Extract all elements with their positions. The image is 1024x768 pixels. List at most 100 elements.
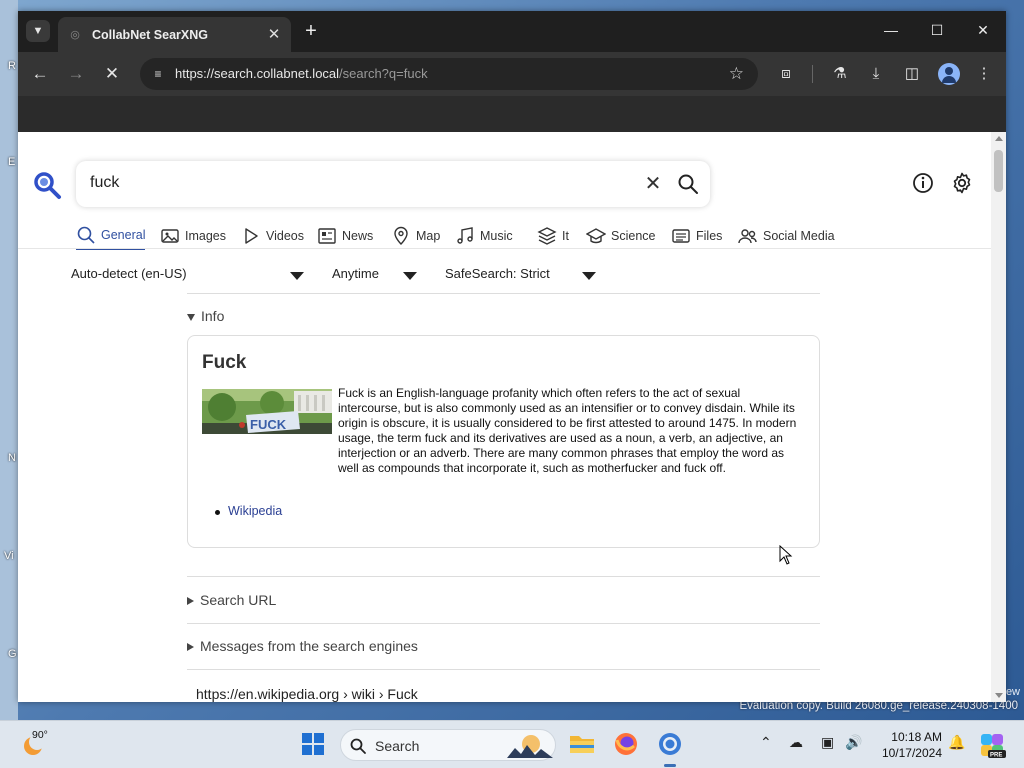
more-menu-icon[interactable]: ⋮ xyxy=(973,63,995,85)
weather-temperature[interactable]: 90° xyxy=(32,729,48,741)
desktop-icon-label[interactable]: N xyxy=(8,452,16,464)
copilot-icon[interactable]: PRE xyxy=(978,731,1006,759)
tab-videos[interactable]: Videos xyxy=(241,222,304,250)
chevron-down-icon[interactable] xyxy=(582,272,596,280)
file-explorer-folder-icon[interactable] xyxy=(568,730,596,758)
search-input[interactable]: fuck xyxy=(90,174,119,192)
scroll-thumb[interactable] xyxy=(994,150,1003,192)
school-icon xyxy=(586,228,606,244)
maximize-icon[interactable]: ☐ xyxy=(926,19,948,41)
map-pin-icon xyxy=(394,226,408,245)
search-submit-icon[interactable] xyxy=(676,172,700,196)
forward-arrow-icon[interactable]: → xyxy=(65,63,87,85)
tab-search-chevron-icon[interactable]: ▼ xyxy=(26,20,50,42)
music-note-icon xyxy=(457,227,473,244)
infobox-description: Fuck is an English-language profanity wh… xyxy=(338,386,797,475)
notification-bell-icon[interactable]: 🔔 xyxy=(948,734,965,751)
taskbar-search-box[interactable]: Search xyxy=(340,729,556,761)
stop-loading-icon[interactable]: ✕ xyxy=(101,63,123,85)
infobox-image[interactable]: FUCK xyxy=(202,389,332,434)
divider xyxy=(187,576,820,577)
time-range-select[interactable]: Anytime xyxy=(332,266,379,281)
tab-it[interactable]: It xyxy=(537,222,569,250)
onedrive-cloud-icon[interactable]: ☁ xyxy=(789,734,803,751)
clear-search-icon[interactable]: ✕ xyxy=(642,173,664,195)
tab-label: It xyxy=(562,229,569,243)
address-bar[interactable]: ≡ https://search.collabnet.local/search?… xyxy=(140,58,758,90)
safesearch-select[interactable]: SafeSearch: Strict xyxy=(445,266,550,281)
tab-label: Files xyxy=(696,229,723,243)
system-clock[interactable]: 10:18 AM 10/17/2024 xyxy=(876,729,942,761)
scroll-up-arrow-icon[interactable] xyxy=(995,136,1003,141)
people-icon xyxy=(738,229,757,244)
chevron-down-icon[interactable] xyxy=(403,272,417,280)
search-icon xyxy=(77,226,95,244)
scroll-down-arrow-icon[interactable] xyxy=(995,693,1003,698)
language-select[interactable]: Auto-detect (en-US) xyxy=(71,266,187,281)
side-panel-icon[interactable]: ◫ xyxy=(901,63,923,85)
labs-flask-icon[interactable]: ⚗ xyxy=(829,63,851,85)
volume-speaker-icon[interactable]: 🔊 xyxy=(845,734,862,751)
tab-music[interactable]: Music xyxy=(455,222,513,250)
wikipedia-link[interactable]: Wikipedia xyxy=(214,504,282,518)
layers-icon xyxy=(537,227,557,245)
desktop-icons-strip xyxy=(0,0,18,720)
triangle-right-icon xyxy=(187,643,194,652)
new-tab-plus-icon[interactable]: + xyxy=(300,20,322,42)
site-info-tune-icon[interactable]: ≡ xyxy=(148,65,168,83)
searxng-page: fuck ✕ General Images Videos News Map Mu… xyxy=(18,132,991,702)
info-label: Info xyxy=(201,308,225,324)
tab-label: Science xyxy=(611,229,656,243)
profile-avatar-icon[interactable] xyxy=(938,63,960,85)
tab-active[interactable]: ◎ CollabNet SearXNG ✕ xyxy=(58,17,291,52)
chrome-icon[interactable] xyxy=(656,730,684,758)
page-scrollbar[interactable] xyxy=(991,132,1006,702)
download-icon[interactable]: ⤓ xyxy=(865,63,887,85)
engine-messages-toggle[interactable]: Messages from the search engines xyxy=(187,638,418,654)
back-arrow-icon[interactable]: ← xyxy=(29,63,51,85)
copilot-badge-text: PRE xyxy=(990,753,1002,759)
info-toggle[interactable]: Info xyxy=(187,308,224,324)
tab-general[interactable]: General xyxy=(76,222,146,250)
bookmark-star-icon[interactable]: ☆ xyxy=(729,64,744,84)
tab-map[interactable]: Map xyxy=(391,222,440,250)
tab-label: General xyxy=(101,228,146,242)
desktop-icon-label[interactable]: Vi xyxy=(4,550,14,562)
minimize-icon[interactable]: — xyxy=(880,19,902,41)
searxng-logo-icon[interactable] xyxy=(32,170,62,200)
tab-social-media[interactable]: Social Media xyxy=(738,222,835,250)
triangle-down-icon xyxy=(187,313,195,321)
search-icon xyxy=(350,738,366,754)
start-windows-icon[interactable] xyxy=(299,730,327,758)
tab-close-icon[interactable]: ✕ xyxy=(265,26,283,44)
browser-window: ▼ ◎ CollabNet SearXNG ✕ + — ☐ ✕ ← → ✕ ≡ … xyxy=(18,11,1006,702)
window-close-icon[interactable]: ✕ xyxy=(972,19,994,41)
extensions-puzzle-icon[interactable]: ⧈ xyxy=(775,63,797,85)
tray-chevron-up-icon[interactable]: ⌃ xyxy=(760,734,772,751)
gear-icon[interactable] xyxy=(950,171,974,195)
network-icon[interactable]: ▣ xyxy=(821,734,834,751)
chevron-down-icon[interactable] xyxy=(290,272,304,280)
info-circle-icon[interactable] xyxy=(912,172,934,194)
tab-label: Social Media xyxy=(763,229,835,243)
desktop-icon-label[interactable]: G xyxy=(8,648,17,660)
desktop-icon-label[interactable]: R xyxy=(8,60,16,72)
image-icon xyxy=(161,229,179,243)
files-icon xyxy=(672,229,690,243)
active-app-indicator xyxy=(664,764,676,767)
tab-strip: ▼ ◎ CollabNet SearXNG ✕ + — ☐ ✕ xyxy=(18,11,1006,52)
tab-title: CollabNet SearXNG xyxy=(92,27,209,42)
sign-text: FUCK xyxy=(250,417,287,432)
tab-images[interactable]: Images xyxy=(160,222,226,250)
tab-science[interactable]: Science xyxy=(586,222,655,250)
tab-news[interactable]: News xyxy=(317,222,373,250)
url-text[interactable]: https://search.collabnet.local/search?q=… xyxy=(175,66,428,81)
firefox-icon[interactable] xyxy=(612,730,640,758)
search-url-toggle[interactable]: Search URL xyxy=(187,592,276,608)
desktop-icon-label[interactable]: E xyxy=(8,156,15,168)
tab-label: Images xyxy=(185,229,226,243)
result-url[interactable]: https://en.wikipedia.org › wiki › Fuck xyxy=(196,686,418,702)
divider xyxy=(187,669,820,670)
clock-time: 10:18 AM xyxy=(891,730,942,744)
tab-files[interactable]: Files xyxy=(671,222,722,250)
